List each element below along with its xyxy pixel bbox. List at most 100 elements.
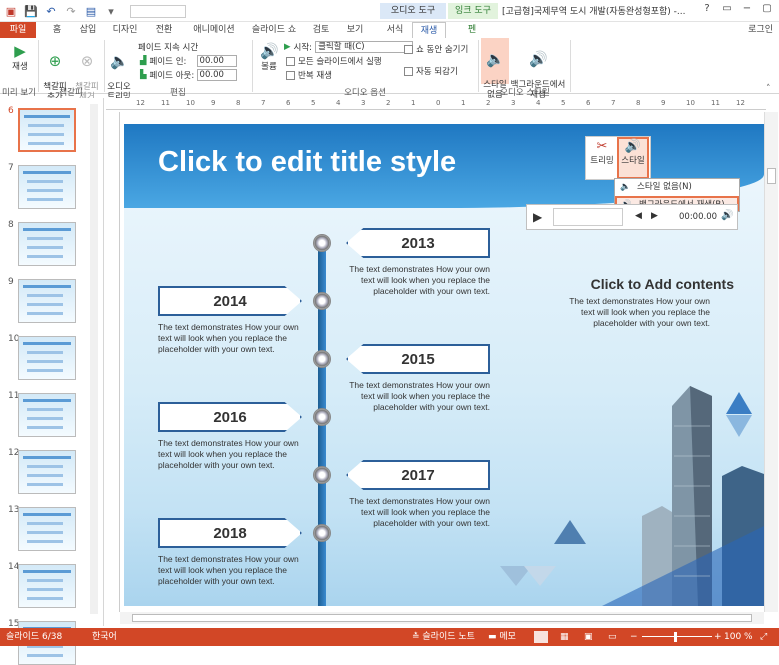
redo-icon[interactable]: ↷ [64, 4, 78, 18]
timeline-year-box[interactable]: 2017 [346, 460, 490, 490]
tab-animations[interactable]: 애니메이션 [186, 22, 242, 38]
ruler-mark: 7 [261, 99, 266, 107]
tab-review[interactable]: 검토 [306, 22, 336, 38]
ruler-mark: 2 [386, 99, 391, 107]
hide-during-show-row[interactable]: 쇼 동안 숨기기 [404, 43, 468, 55]
timeline-description[interactable]: The text demonstrates How your own text … [338, 264, 490, 297]
hide-during-show-checkbox[interactable] [404, 44, 413, 54]
tab-transitions[interactable]: 전환 [150, 22, 178, 38]
fade-in-row: ▟ 페이드 인: 00.00 [140, 55, 237, 67]
slide-title[interactable]: Click to edit title style [158, 146, 456, 179]
timeline-node [313, 292, 331, 310]
popup-style-button[interactable]: 🔊 스타일 [617, 137, 649, 179]
hide-during-show-label: 쇼 동안 숨기기 [416, 45, 469, 55]
timeline-year-box[interactable]: 2014 [158, 286, 302, 316]
timeline-description[interactable]: The text demonstrates How your own text … [158, 438, 310, 471]
undo-icon[interactable]: ↶ [44, 4, 58, 18]
content-body[interactable]: The text demonstrates How your own text … [554, 296, 710, 329]
slide-horizontal-scrollbar[interactable] [120, 612, 764, 624]
tab-pen[interactable]: 펜 [460, 22, 484, 38]
slide-thumbnail[interactable] [18, 336, 76, 380]
thumbnail-scrollbar[interactable] [90, 104, 98, 614]
fade-in-spinner[interactable]: 00.00 [196, 55, 237, 67]
volume-button[interactable]: 🔊 볼륨 [256, 42, 282, 72]
maximize-icon[interactable]: ▢ [760, 2, 774, 16]
player-volume-icon[interactable]: 🔊 [721, 210, 733, 221]
slide-thumbnail[interactable] [18, 393, 76, 437]
menu-item-no-style[interactable]: 🔈 스타일 없음(N) [615, 180, 739, 195]
tab-home[interactable]: 홈 [44, 22, 70, 38]
slide-thumbnail[interactable] [18, 564, 76, 608]
play-button[interactable]: ▶ 재생 [6, 42, 34, 72]
timeline-year-box[interactable]: 2013 [346, 228, 490, 258]
thumbnail-content-bar [27, 255, 63, 258]
minimize-icon[interactable]: − [740, 2, 754, 16]
zoom-level[interactable]: 100 % [724, 628, 753, 646]
save-icon[interactable]: 💾 [24, 4, 38, 18]
content-title[interactable]: Click to Add contents [534, 276, 734, 292]
reading-view-icon[interactable]: ▣ [584, 628, 593, 646]
tab-file[interactable]: 파일 [0, 22, 36, 38]
group-audio-options-label: 오디오 옵션 [344, 88, 386, 98]
loop-checkbox[interactable] [286, 70, 295, 80]
loop-label: 반복 재생 [298, 71, 332, 81]
tab-format[interactable]: 서식 [380, 22, 410, 38]
vscroll-thumb[interactable] [767, 168, 776, 184]
normal-view-icon[interactable] [534, 631, 548, 643]
player-back-icon[interactable]: ◀ [635, 211, 642, 221]
font-box[interactable] [130, 4, 186, 18]
comments-label: 메모 [499, 632, 516, 642]
timeline-description[interactable]: The text demonstrates How your own text … [158, 554, 310, 587]
play-across-row[interactable]: 모든 슬라이드에서 실행 [286, 55, 382, 67]
slideshow-start-icon[interactable]: ▤ [84, 4, 98, 18]
qat-customize-icon[interactable]: ▾ [104, 4, 118, 18]
language-indicator[interactable]: 한국어 [92, 628, 117, 646]
player-progress-track[interactable] [553, 208, 623, 226]
zoom-out-icon[interactable]: − [630, 628, 638, 646]
slide-thumbnail[interactable] [18, 507, 76, 551]
slide-sorter-icon[interactable]: ▦ [560, 628, 569, 646]
slide-thumbnail[interactable] [18, 279, 76, 323]
timeline-description[interactable]: The text demonstrates How your own text … [338, 496, 490, 529]
zoom-slider-thumb[interactable] [674, 632, 677, 642]
comments-button[interactable]: ▬ 메모 [488, 628, 516, 646]
tab-insert[interactable]: 삽입 [74, 22, 102, 38]
no-style-button[interactable]: 🔈 스타일 없음 [481, 38, 509, 100]
slide-thumbnail[interactable] [18, 108, 76, 152]
tab-slideshow[interactable]: 슬라이드 쇼 [248, 22, 300, 38]
slide-thumbnail[interactable] [18, 222, 76, 266]
zoom-slider[interactable] [642, 636, 712, 637]
popup-trim-button[interactable]: ✂ 트리밍 [588, 139, 616, 177]
collapse-ribbon-icon[interactable]: ˄ [766, 84, 771, 94]
tab-design[interactable]: 디자인 [108, 22, 142, 38]
slide-thumbnail[interactable] [18, 450, 76, 494]
timeline-year-box[interactable]: 2018 [158, 518, 302, 548]
tab-playback[interactable]: 재생 [412, 22, 446, 38]
zoom-in-icon[interactable]: + [714, 628, 722, 646]
hscroll-thumb[interactable] [132, 614, 752, 622]
player-forward-icon[interactable]: ▶ [651, 211, 658, 221]
notes-button[interactable]: ≛ 슬라이드 노트 [412, 628, 475, 646]
slide-thumbnail-pane: 6 7 8 9 10 11 12 13 14 15 [0, 98, 104, 665]
timeline-year-box[interactable]: 2015 [346, 344, 490, 374]
thumbnail-content-bar [28, 124, 64, 127]
help-icon[interactable]: ? [700, 2, 714, 16]
timeline-description[interactable]: The text demonstrates How your own text … [158, 322, 310, 355]
slideshow-view-icon[interactable]: ▭ [608, 628, 617, 646]
timeline-description[interactable]: The text demonstrates How your own text … [338, 380, 490, 413]
player-play-icon[interactable]: ▶ [533, 210, 542, 224]
fit-to-window-icon[interactable]: ⤢ [760, 628, 767, 646]
timeline-year-box[interactable]: 2016 [158, 402, 302, 432]
ruler-mark: 8 [636, 99, 641, 107]
fade-out-spinner[interactable]: 00.00 [196, 69, 237, 81]
sign-in-link[interactable]: 로그인 [748, 22, 773, 38]
tab-view[interactable]: 보기 [340, 22, 370, 38]
slide-thumbnail[interactable] [18, 165, 76, 209]
loop-row[interactable]: 반복 재생 [286, 69, 332, 81]
slide-vertical-scrollbar[interactable] [764, 112, 778, 612]
ribbon-display-icon[interactable]: ▭ [720, 2, 734, 16]
rewind-row[interactable]: 자동 되감기 [404, 65, 458, 77]
rewind-checkbox[interactable] [404, 66, 413, 76]
start-dropdown[interactable]: 클릭할 때(C) [315, 41, 414, 53]
play-across-checkbox[interactable] [286, 56, 295, 66]
